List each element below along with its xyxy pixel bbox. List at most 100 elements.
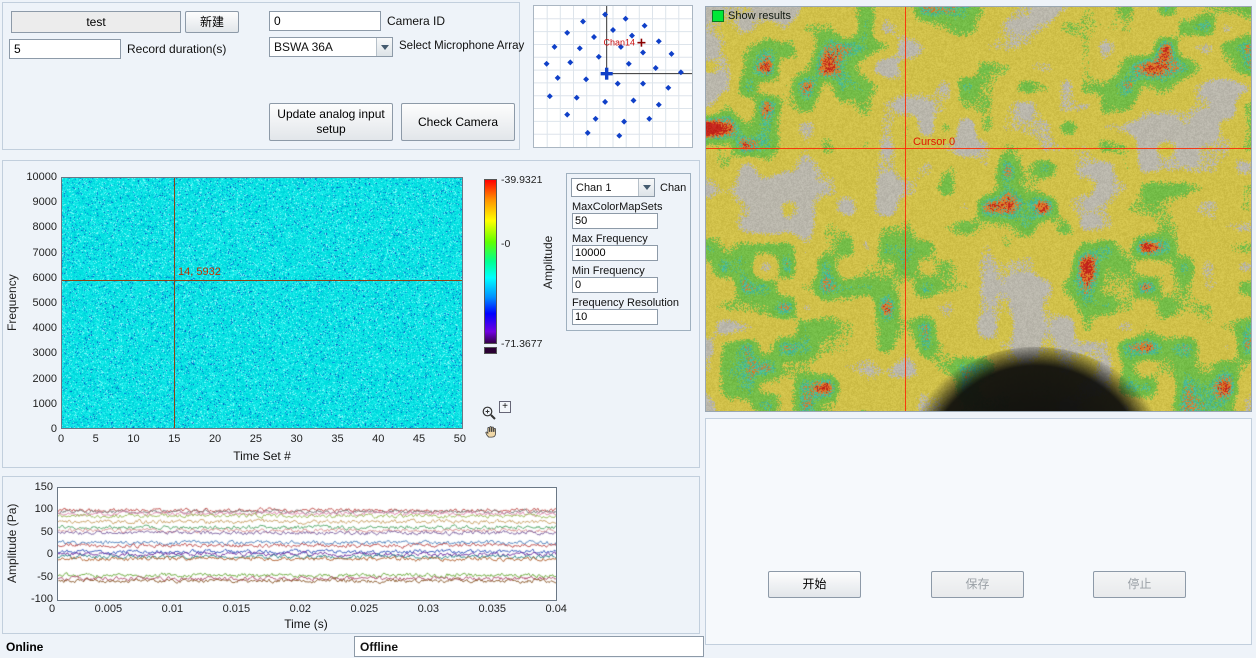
max-frequency-label: Max Frequency [572, 233, 648, 245]
zoom-tool-icon[interactable] [481, 405, 497, 421]
array-plot-svg: Chan14 [534, 6, 692, 147]
colorbar-min-label: -71.3677 [501, 338, 542, 350]
tick-label: 50 [41, 526, 53, 538]
mic-array-plot[interactable]: Chan14 [533, 5, 693, 148]
tick-label: 45 [413, 433, 425, 445]
chevron-down-icon [376, 38, 392, 56]
waveform-yticks: 150100500-50-100 [23, 481, 53, 605]
tick-label: 25 [250, 433, 262, 445]
tick-label: 35 [331, 433, 343, 445]
tick-label: 1000 [33, 398, 57, 410]
mic-array-dropdown[interactable]: BSWA 36A [269, 37, 393, 57]
colorbar-max-label: -39.9321 [501, 174, 542, 186]
channel-dropdown-value: Chan 1 [572, 182, 638, 194]
tick-label: 9000 [33, 196, 57, 208]
amplitude-colorbar [484, 179, 497, 344]
svg-text:Chan14: Chan14 [604, 37, 636, 47]
waveform-xticks: 00.0050.010.0150.020.0250.030.0350.04 [49, 603, 567, 615]
spectro-yticks: 1000090008000700060005000400030002000100… [23, 171, 57, 435]
tick-label: 0 [49, 603, 55, 615]
camera-cursor-hline[interactable] [706, 148, 1251, 149]
camera-id-label: Camera ID [387, 14, 445, 28]
tick-label: 0.01 [162, 603, 183, 615]
spectro-controls-box: Chan 1 Chan MaxColorMapSets Max Frequency… [566, 173, 691, 331]
tick-label: 5 [93, 433, 99, 445]
beamforming-image [706, 7, 1251, 411]
waveform-ylabel: Amplitude (Pa) [5, 485, 19, 601]
spectrogram-ylabel: Frequency [5, 177, 19, 429]
colorbar-amplitude-label: Amplitude [541, 179, 555, 345]
tick-label: 0 [47, 548, 53, 560]
colorbar-mid-label: -0 [501, 238, 510, 250]
tick-label: 0.02 [290, 603, 311, 615]
tick-label: 4000 [33, 322, 57, 334]
camera-view[interactable]: Cursor 0 Show results [705, 6, 1252, 412]
tick-label: 2000 [33, 373, 57, 385]
channel-dropdown[interactable]: Chan 1 [571, 178, 655, 197]
status-offline: Offline [360, 640, 398, 654]
spectro-xticks: 0 5 10 15 20 25 30 35 40 45 50 [58, 433, 466, 445]
camera-cursor-vline[interactable] [905, 7, 906, 411]
show-results-checkbox[interactable] [712, 10, 724, 22]
min-frequency-input[interactable] [572, 277, 658, 293]
spectrogram-plot[interactable]: 14, 5932 [61, 177, 463, 429]
maxcolormapsets-label: MaxColorMapSets [572, 201, 662, 213]
camera-id-input[interactable] [269, 11, 381, 31]
tick-label: 7000 [33, 247, 57, 259]
spectro-cursor-hline[interactable] [62, 280, 462, 281]
tick-label: 10000 [26, 171, 57, 183]
show-results-label: Show results [728, 10, 791, 22]
frequency-resolution-input[interactable] [572, 309, 658, 325]
tick-label: 100 [35, 503, 53, 515]
mic-array-value: BSWA 36A [270, 40, 376, 54]
status-online: Online [6, 640, 43, 654]
tick-label: 150 [35, 481, 53, 493]
spectro-cursor-vline[interactable] [174, 178, 175, 428]
max-frequency-input[interactable] [572, 245, 658, 261]
tick-label: 0.005 [95, 603, 123, 615]
min-frequency-label: Min Frequency [572, 265, 645, 277]
record-duration-input[interactable] [9, 39, 121, 59]
tick-label: 50 [454, 433, 466, 445]
spectrogram-image [62, 178, 462, 428]
maxcolormapsets-input[interactable] [572, 213, 658, 229]
waveform-panel: Amplitude (Pa) 150100500-50-100 00.0050.… [2, 476, 700, 634]
spectrogram-xlabel: Time Set # [61, 449, 463, 463]
tick-label: 0.04 [546, 603, 567, 615]
camera-cursor-label: Cursor 0 [913, 136, 955, 148]
waveform-plot[interactable] [57, 487, 557, 601]
channel-label: Chan [660, 182, 686, 194]
check-camera-button[interactable]: Check Camera [401, 103, 515, 141]
start-button[interactable]: 开始 [768, 571, 861, 598]
control-panel: 开始 保存 停止 [705, 418, 1252, 645]
status-offline-box: Offline [354, 636, 704, 657]
tick-label: 0.015 [223, 603, 251, 615]
tick-label: -50 [37, 571, 53, 583]
tick-label: 40 [372, 433, 384, 445]
test-name-input[interactable] [11, 11, 181, 33]
mic-array-label: Select Microphone Array [399, 40, 524, 52]
zoom-plus-icon[interactable]: + [499, 401, 511, 413]
tick-label: 15 [168, 433, 180, 445]
tick-label: 10 [127, 433, 139, 445]
colorbar-underflow-swatch [484, 347, 497, 354]
tick-label: 0 [58, 433, 64, 445]
spectrogram-panel: Frequency 100009000800070006000500040003… [2, 160, 700, 468]
pan-hand-icon[interactable] [484, 424, 499, 439]
update-analog-input-button[interactable]: Update analog input setup [269, 103, 393, 141]
spectro-cursor-label: 14, 5932 [178, 266, 221, 278]
waveform-traces [58, 488, 556, 600]
record-duration-label: Record duration(s) [127, 42, 226, 56]
frequency-resolution-label: Frequency Resolution [572, 297, 679, 309]
setup-panel: 新建 Record duration(s) Camera ID BSWA 36A… [2, 2, 520, 150]
new-button[interactable]: 新建 [185, 11, 239, 33]
chevron-down-icon [638, 179, 654, 196]
tick-label: 0.035 [478, 603, 506, 615]
stop-button[interactable]: 停止 [1093, 571, 1186, 598]
tick-label: 3000 [33, 347, 57, 359]
tick-label: 6000 [33, 272, 57, 284]
save-button[interactable]: 保存 [931, 571, 1024, 598]
tick-label: 20 [209, 433, 221, 445]
tick-label: 0.025 [351, 603, 379, 615]
tick-label: 30 [291, 433, 303, 445]
